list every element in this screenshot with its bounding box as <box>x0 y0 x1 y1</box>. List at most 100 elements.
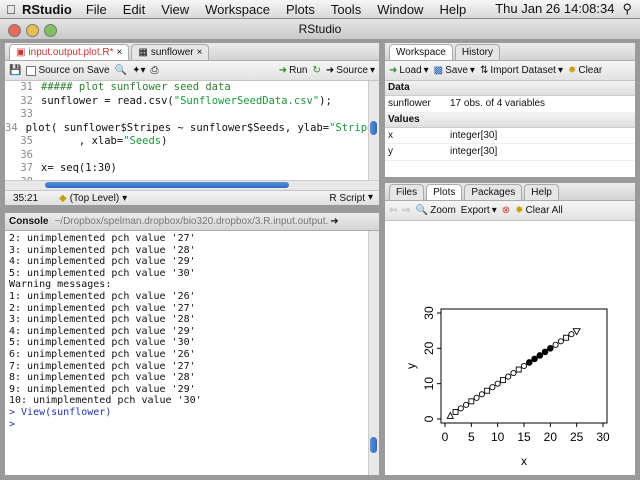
x-tick-label: 0 <box>442 430 449 444</box>
code-area[interactable]: 31 ##### plot sunflower seed data 32 sun… <box>5 81 379 189</box>
apple-icon[interactable]:  <box>0 2 22 17</box>
close-tab-icon[interactable]: × <box>197 47 203 58</box>
r-file-icon: ▣ <box>16 46 26 58</box>
scope-icon: ◆ <box>59 192 67 204</box>
scatter-point <box>489 384 496 391</box>
import-dataset-button[interactable]: ⇅ Import Dataset ▾ <box>480 65 563 76</box>
code-string: "SunflowerSeedData.csv" <box>173 94 320 107</box>
console-line: Warning messages: <box>9 279 112 291</box>
cursor-position: 35:21 <box>13 193 39 204</box>
scatter-point <box>499 377 506 384</box>
code-text: sunflower = read.csv( <box>41 94 174 107</box>
tab-files[interactable]: Files <box>389 184 425 200</box>
console-title: Console <box>9 216 49 227</box>
source-button[interactable]: ➜ Source ▾ <box>326 65 375 76</box>
console-output[interactable]: 2: unimplemented pch value '27' 3: unimp… <box>5 231 379 432</box>
tab-help[interactable]: Help <box>524 184 559 200</box>
remove-plot-icon[interactable]: ⊗ <box>502 205 510 216</box>
zoom-button[interactable]: 🔍 Zoom <box>416 205 456 216</box>
menu-plots[interactable]: Plots <box>286 2 315 17</box>
editor-horizontal-scrollbar[interactable] <box>5 180 379 190</box>
scope-label: (Top Level) <box>69 193 120 204</box>
x-axis-label: x <box>521 454 527 468</box>
line-number: 37 <box>20 162 33 174</box>
source-arrow-icon: ➜ <box>325 64 335 76</box>
tab-plots[interactable]: Plots <box>426 184 463 200</box>
tab-input-output-plot[interactable]: ▣ input.output.plot.R* × <box>9 44 130 60</box>
checkbox-icon[interactable] <box>26 65 37 76</box>
magic-wand-icon[interactable]: ✦▾ <box>132 65 145 76</box>
export-button[interactable]: Export ▾ <box>461 205 497 216</box>
menu-file[interactable]: File <box>86 2 107 17</box>
scope-selector[interactable]: ◆ (Top Level) ▾ <box>59 193 127 204</box>
clear-all-button[interactable]: ✸ Clear All <box>515 205 563 216</box>
back-arrow-icon[interactable]: ⇦ <box>389 205 397 216</box>
go-to-directory-icon[interactable]: ➜ <box>330 216 338 227</box>
tab-sunflower[interactable]: ▦ sunflower × <box>131 44 210 60</box>
save-icon[interactable]: 💾 <box>9 65 21 76</box>
clear-button[interactable]: ✸ Clear <box>568 65 602 76</box>
console-vertical-scrollbar[interactable] <box>368 231 379 475</box>
forward-arrow-icon[interactable]: ⇨ <box>402 205 410 216</box>
tab-workspace[interactable]: Workspace <box>389 44 453 60</box>
window-titlebar: RStudio <box>0 19 640 40</box>
menu-workspace[interactable]: Workspace <box>205 2 270 17</box>
values-row-y[interactable]: y integer[30] <box>385 144 635 161</box>
menu-window[interactable]: Window <box>377 2 423 17</box>
search-icon[interactable]: 🔍 <box>115 65 127 76</box>
tab-packages[interactable]: Packages <box>464 184 523 200</box>
run-arrow-icon: ➜ <box>278 64 288 76</box>
scrollbar-thumb[interactable] <box>370 437 377 453</box>
zoom-window-icon[interactable] <box>44 24 57 37</box>
variable-value: integer[30] <box>450 129 498 141</box>
workspace-toolbar: ➜ Load ▾ ▩ Save ▾ ⇅ Import Dataset ▾ ✸ C… <box>385 61 635 81</box>
menu-tools[interactable]: Tools <box>331 2 361 17</box>
chevron-down-icon: ▾ <box>423 64 429 76</box>
spotlight-search-icon[interactable]: ⚲ <box>622 1 632 17</box>
menu-view[interactable]: View <box>161 2 189 17</box>
menu-edit[interactable]: Edit <box>123 2 145 17</box>
console-prompt[interactable]: > <box>9 419 375 431</box>
code-line: 32 sunflower = read.csv("SunflowerSeedDa… <box>5 95 379 109</box>
scatter-point <box>563 334 570 341</box>
close-window-icon[interactable] <box>8 24 21 37</box>
x-tick-label: 30 <box>596 430 610 444</box>
menu-app-name[interactable]: RStudio <box>22 2 72 17</box>
source-on-save-label: Source on Save <box>38 65 110 76</box>
source-label: Source <box>336 65 368 76</box>
save-icon: ▩ <box>433 64 444 76</box>
variable-name: y <box>388 146 393 157</box>
load-label: Load <box>399 65 422 76</box>
run-button[interactable]: ➜ Run <box>279 65 308 76</box>
editor-vertical-scrollbar[interactable] <box>368 81 379 189</box>
menubar:  RStudio File Edit View Workspace Plots… <box>0 0 640 19</box>
load-button[interactable]: ➜ Load ▾ <box>389 65 429 76</box>
console-line: 3: unimplemented pch value '28' <box>9 244 196 256</box>
menu-help[interactable]: Help <box>439 2 466 17</box>
source-on-save-checkbox[interactable]: Source on Save <box>26 65 110 76</box>
variable-name: sunflower <box>388 98 431 109</box>
filetype-selector[interactable]: R Script ▾ <box>329 193 373 205</box>
console-line: 3: unimplemented pch value '28' <box>9 314 196 326</box>
code-line: 33 <box>5 108 379 122</box>
save-button[interactable]: ▩ Save ▾ <box>434 65 475 76</box>
data-row-sunflower[interactable]: sunflower 17 obs. of 4 variables <box>385 96 635 113</box>
tab-history[interactable]: History <box>454 44 500 60</box>
line-number: 35 <box>20 135 33 147</box>
scrollbar-thumb[interactable] <box>370 121 377 135</box>
editor-tabs: ▣ input.output.plot.R* × ▦ sunflower × <box>5 43 379 61</box>
run-label: Run <box>289 65 308 76</box>
plots-tabs: Files Plots Packages Help <box>385 183 635 201</box>
tab-label: sunflower <box>150 47 194 58</box>
rerun-icon[interactable]: ↻ <box>313 65 321 76</box>
window-title: RStudio <box>298 22 342 36</box>
minimize-window-icon[interactable] <box>26 24 39 37</box>
broom-icon: ✸ <box>515 204 524 216</box>
tab-label: Help <box>531 187 552 198</box>
scrollbar-thumb[interactable] <box>45 182 289 188</box>
print-icon[interactable]: ⎙ <box>150 65 158 76</box>
close-tab-icon[interactable]: × <box>117 47 123 58</box>
y-tick-label: 0 <box>422 415 436 422</box>
variable-value: integer[30] <box>450 146 498 157</box>
values-row-x[interactable]: x integer[30] <box>385 128 635 144</box>
